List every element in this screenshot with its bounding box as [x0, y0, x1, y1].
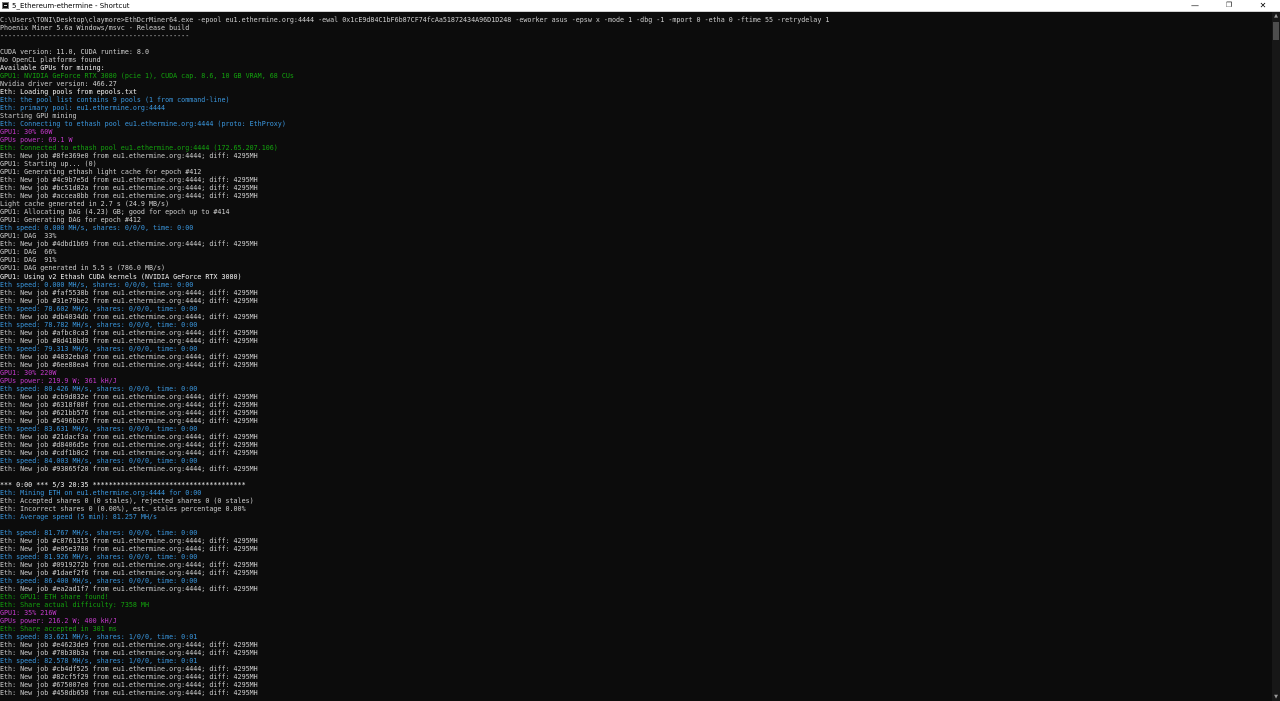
- console-line: C:\Users\TONI\Desktop\claymore>EthDcrMin…: [0, 16, 830, 24]
- console-line: Eth: New job #8d418bd9 from eu1.ethermin…: [0, 336, 258, 345]
- console-line: Eth: New job #31e79be2 from eu1.ethermin…: [0, 296, 258, 305]
- console-line: CUDA version: 11.0, CUDA runtime: 8.0: [0, 48, 149, 57]
- console-line: Eth: New job #5496bc87 from eu1.ethermin…: [0, 416, 258, 425]
- console-line: Eth: New job #d8406d5e from eu1.ethermin…: [0, 440, 258, 449]
- console-line: Eth speed: 78.602 MH/s, shares: 0/0/0, t…: [0, 304, 198, 313]
- console-output[interactable]: C:\Users\TONI\Desktop\claymore>EthDcrMin…: [0, 16, 1272, 701]
- console-line: Eth: New job #db4034db from eu1.ethermin…: [0, 312, 258, 321]
- console-line: Eth: New job #8fe369e0 from eu1.ethermin…: [0, 152, 258, 161]
- console-window: 5_Ethereum-ethermine - Shortcut — ❐ ✕ C:…: [0, 0, 1280, 701]
- console-line: Starting GPU mining: [0, 112, 77, 121]
- console-line: Eth: New job #93865f20 from eu1.ethermin…: [0, 464, 258, 473]
- console-line: Eth: the pool list contains 9 pools (1 f…: [0, 96, 230, 105]
- console-line: Eth speed: 79.313 MH/s, shares: 0/0/0, t…: [0, 344, 198, 353]
- console-line: GPU1: DAG 66%: [0, 248, 57, 257]
- console-line: GPU1: NVIDIA GeForce RTX 3080 (pcie 1), …: [0, 72, 294, 81]
- console-line: GPU1: DAG 33%: [0, 232, 57, 241]
- console-line: Eth: New job #21dacf3a from eu1.ethermin…: [0, 432, 258, 441]
- console-line: Eth speed: 78.782 MH/s, shares: 0/0/0, t…: [0, 320, 198, 329]
- console-line: Phoenix Miner 5.6a Windows/msvc - Releas…: [0, 24, 190, 33]
- console-line: Eth: New job #675007e0 from eu1.ethermin…: [0, 681, 258, 690]
- console-line: Eth: Share accepted in 301 ms: [0, 625, 117, 634]
- console-line: Light cache generated in 2.7 s (24.9 MB/…: [0, 200, 170, 209]
- console-line: Eth: Loading pools from epools.txt: [0, 88, 137, 97]
- minimize-button[interactable]: —: [1178, 0, 1212, 11]
- console-app-icon[interactable]: [2, 2, 9, 9]
- console-line: Eth: New job #78b38b3a from eu1.ethermin…: [0, 649, 258, 658]
- console-line: Eth speed: 83.631 MH/s, shares: 0/0/0, t…: [0, 424, 198, 433]
- console-line: GPU1: Allocating DAG (4.23) GB; good for…: [0, 208, 230, 217]
- console-line: Eth: Mining ETH on eu1.ethermine.org:444…: [0, 488, 202, 497]
- console-line: Eth: New job #ea2ad1f7 from eu1.ethermin…: [0, 585, 258, 594]
- console-line: Eth: New job #621bb576 from eu1.ethermin…: [0, 408, 258, 417]
- console-line: Eth speed: 81.767 MH/s, shares: 0/0/0, t…: [0, 529, 198, 537]
- console-line: Eth: Share actual difficulty: 7358 MH: [0, 601, 149, 610]
- console-line: Eth: Accepted shares 0 (0 stales), rejec…: [0, 496, 254, 505]
- console-line: GPUs power: 216.2 W; 400 kH/J: [0, 617, 117, 626]
- console-line: Eth: New job #4dbd1b69 from eu1.ethermin…: [0, 240, 258, 249]
- console-line: Eth speed: 82.578 MH/s, shares: 1/0/0, t…: [0, 657, 198, 666]
- console-line: Eth: New job #458db650 from eu1.ethermin…: [0, 689, 258, 698]
- close-button[interactable]: ✕: [1246, 0, 1280, 11]
- console-line: Eth: New job #e4623de9 from eu1.ethermin…: [0, 641, 258, 650]
- console-line: Eth: New job #cb9d832e from eu1.ethermin…: [0, 392, 258, 401]
- console-line: Eth: New job #1daef2f6 from eu1.ethermin…: [0, 569, 258, 578]
- scroll-down-icon[interactable]: ▼: [1272, 693, 1280, 701]
- console-line: Eth: New job #c8761315 from eu1.ethermin…: [0, 537, 258, 546]
- console-line: Eth: Incorrect shares 0 (0.00%), est. st…: [0, 504, 246, 513]
- console-line: Eth: GPU1: ETH share found!: [0, 593, 109, 602]
- console-line: Eth: New job #afbc0ca3 from eu1.ethermin…: [0, 328, 258, 337]
- console-line: Eth: New job #6ee88ea4 from eu1.ethermin…: [0, 360, 258, 369]
- console-line: GPU1: Using v2 Ethash CUDA kernels (NVID…: [0, 272, 242, 281]
- console-line: GPUs power: 69.1 W: [0, 136, 73, 145]
- console-line: GPU1: 35% 216W: [0, 609, 57, 618]
- vertical-scrollbar[interactable]: ▲ ▼: [1272, 12, 1280, 701]
- console-line: GPU1: Generating ethash light cache for …: [0, 168, 202, 177]
- console-line: Available GPUs for mining:: [0, 64, 105, 73]
- console-line: GPU1: 30% 60W: [0, 128, 53, 137]
- console-line: Eth speed: 0.000 MH/s, shares: 0/0/0, ti…: [0, 224, 194, 233]
- console-line: Eth speed: 84.003 MH/s, shares: 0/0/0, t…: [0, 456, 198, 465]
- console-line: GPU1: Generating DAG for epoch #412: [0, 216, 141, 225]
- console-line: *** 0:00 *** 5/3 20:35 *****************…: [0, 480, 246, 489]
- console-line: Eth: New job #6318f80f from eu1.ethermin…: [0, 400, 258, 409]
- console-line: Eth: New job #bc51d82a from eu1.ethermin…: [0, 184, 258, 193]
- console-line: Eth speed: 80.426 MH/s, shares: 0/0/0, t…: [0, 384, 198, 393]
- console-line: Eth: primary pool: eu1.ethermine.org:444…: [0, 104, 166, 113]
- console-line: Eth: New job #4c9b7e5d from eu1.ethermin…: [0, 176, 258, 185]
- console-line: Eth: New job #e05e3780 from eu1.ethermin…: [0, 545, 258, 554]
- console-line: Eth speed: 81.926 MH/s, shares: 0/0/0, t…: [0, 553, 198, 562]
- console-line: Eth: New job #82cf5f29 from eu1.ethermin…: [0, 673, 258, 682]
- console-line: Eth: New job #faf5538b from eu1.ethermin…: [0, 288, 258, 297]
- console-line: Nvidia driver version: 466.27: [0, 80, 117, 89]
- console-line: No OpenCL platforms found: [0, 56, 101, 65]
- console-line: Eth: New job #cdf1b8c2 from eu1.ethermin…: [0, 448, 258, 457]
- console-line: Eth speed: 0.000 MH/s, shares: 0/0/0, ti…: [0, 280, 194, 289]
- console-line: GPU1: 30% 220W: [0, 368, 57, 377]
- title-bar[interactable]: 5_Ethereum-ethermine - Shortcut — ❐ ✕: [0, 0, 1280, 12]
- console-line: Eth: Connecting to ethash pool eu1.ether…: [0, 120, 286, 129]
- scrollbar-thumb[interactable]: [1273, 22, 1279, 40]
- console-line: GPUs power: 219.9 W; 361 kH/J: [0, 376, 117, 385]
- console-line: Eth: New job #4832eba8 from eu1.ethermin…: [0, 352, 258, 361]
- console-line: Eth: New job #cb4df525 from eu1.ethermin…: [0, 665, 258, 674]
- window-title: 5_Ethereum-ethermine - Shortcut: [12, 2, 130, 10]
- console-line: GPU1: DAG generated in 5.5 s (786.0 MB/s…: [0, 264, 166, 273]
- console-line: Eth speed: 86.400 MH/s, shares: 0/0/0, t…: [0, 577, 198, 586]
- console-line: GPU1: DAG 91%: [0, 256, 57, 265]
- console-line: Eth: Connected to ethash pool eu1.etherm…: [0, 144, 278, 153]
- console-line: Eth: New job #0919272b from eu1.ethermin…: [0, 561, 258, 570]
- console-line: Eth speed: 83.621 MH/s, shares: 1/0/0, t…: [0, 633, 198, 642]
- console-line: Eth: New job #accea8bb from eu1.ethermin…: [0, 192, 258, 201]
- console-line: ----------------------------------------…: [0, 32, 190, 41]
- maximize-button[interactable]: ❐: [1212, 0, 1246, 11]
- console-line: GPU1: Starting up... (0): [0, 160, 97, 169]
- console-line: Eth: Average speed (5 min): 81.257 MH/s: [0, 512, 158, 521]
- scroll-up-icon[interactable]: ▲: [1272, 12, 1280, 20]
